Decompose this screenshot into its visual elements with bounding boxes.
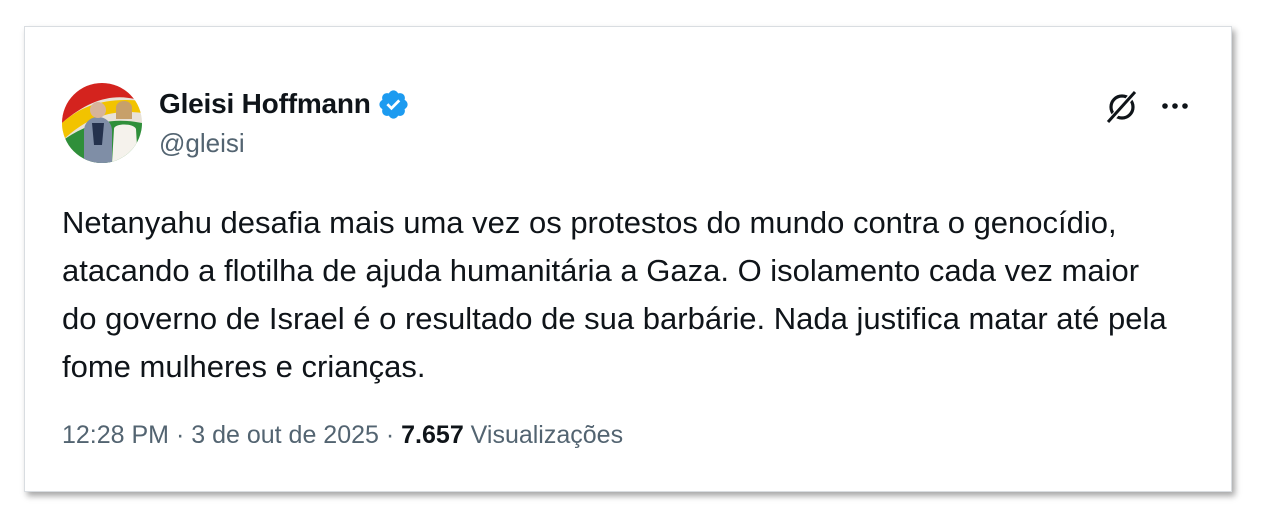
author-handle[interactable]: @gleisi <box>159 128 245 159</box>
grok-icon[interactable] <box>1104 89 1140 125</box>
more-options-icon[interactable] <box>1158 93 1192 119</box>
views-link[interactable]: 7.657 Visualizações <box>401 421 623 449</box>
avatar-image <box>62 83 142 163</box>
verified-badge-icon <box>379 89 408 119</box>
views-label: Visualizações <box>470 421 624 449</box>
meta-separator: · <box>385 421 395 449</box>
tweet-text: Netanyahu desafia mais uma vez os protes… <box>62 205 1167 384</box>
avatar[interactable] <box>62 83 142 163</box>
author-name-row: Gleisi Hoffmann <box>159 87 410 121</box>
tweet-date: 3 de out de 2025 <box>191 421 379 449</box>
tweet-timestamp[interactable]: 12:28 PM · 3 de out de 2025 <box>62 421 379 449</box>
meta-separator: · <box>175 421 185 449</box>
views-count: 7.657 <box>401 421 464 449</box>
author-display-name[interactable]: Gleisi Hoffmann <box>159 88 371 120</box>
tweet-card: Gleisi Hoffmann @gleisi Netanyahu desafi… <box>24 26 1232 492</box>
tweet-time: 12:28 PM <box>62 421 170 449</box>
tweet-metadata: 12:28 PM · 3 de out de 2025 · 7.657 Visu… <box>62 421 623 450</box>
